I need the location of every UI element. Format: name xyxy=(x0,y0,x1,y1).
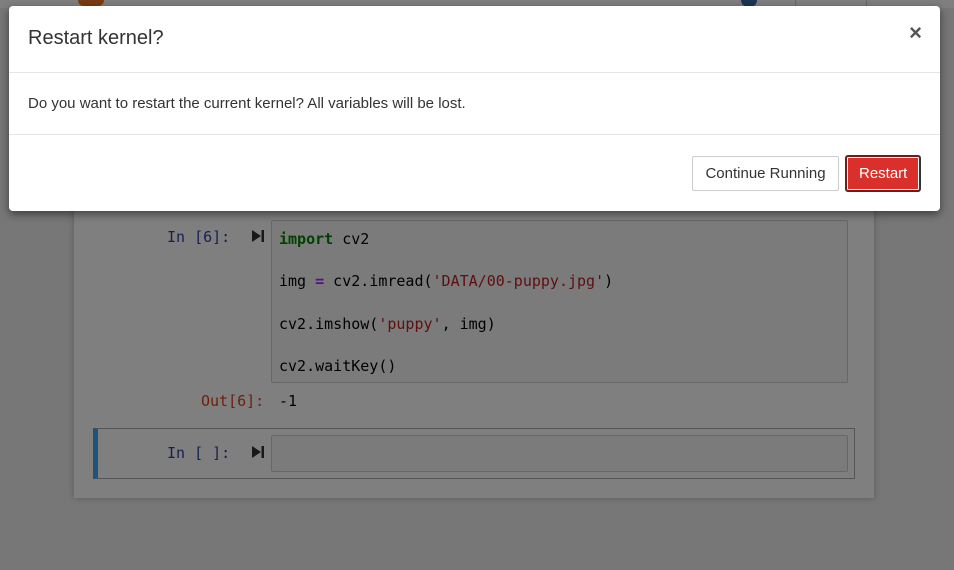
continue-running-button[interactable]: Continue Running xyxy=(692,156,839,191)
restart-kernel-dialog: Restart kernel? × Do you want to restart… xyxy=(9,6,940,211)
dialog-body: Do you want to restart the current kerne… xyxy=(9,73,940,135)
jupyter-notebook-page: In [6]: import cv2 img = cv2.imread('DAT… xyxy=(0,0,954,570)
close-icon[interactable]: × xyxy=(909,22,922,44)
dialog-header: Restart kernel? × xyxy=(9,6,940,73)
dialog-message: Do you want to restart the current kerne… xyxy=(28,95,466,112)
restart-button[interactable]: Restart xyxy=(846,156,920,191)
dialog-title: Restart kernel? xyxy=(28,27,164,49)
